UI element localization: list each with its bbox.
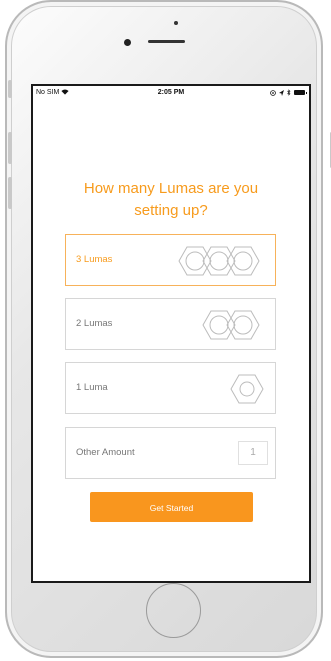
two-hexagons-icon — [202, 310, 260, 340]
option-label: 1 Luma — [76, 382, 108, 393]
amount-input[interactable]: 1 — [238, 441, 268, 465]
home-button[interactable] — [146, 583, 201, 638]
lock-rotation-icon — [270, 89, 276, 96]
option-label: 2 Lumas — [76, 318, 113, 329]
bluetooth-icon — [287, 89, 291, 96]
title-line-2: setting up? — [134, 202, 208, 219]
volume-up-button — [8, 132, 12, 164]
get-started-button[interactable]: Get Started — [90, 492, 253, 522]
status-bar: No SIM 2:05 PM — [33, 86, 309, 102]
proximity-sensor — [174, 21, 178, 25]
screen: No SIM 2:05 PM How many Lumas are you se… — [31, 84, 311, 583]
battery-icon — [294, 90, 307, 95]
option-2-lumas[interactable]: 2 Lumas — [65, 298, 276, 350]
option-label: Other Amount — [76, 447, 135, 458]
status-time: 2:05 PM — [157, 89, 185, 96]
option-1-luma[interactable]: 1 Luma — [65, 362, 276, 414]
three-hexagons-icon — [178, 246, 260, 276]
mute-switch — [8, 80, 12, 98]
page-title: How many Lumas are you setting up? — [33, 178, 309, 222]
earpiece-speaker — [148, 40, 185, 43]
option-3-lumas[interactable]: 3 Lumas — [65, 234, 276, 286]
option-other-amount[interactable]: Other Amount 1 — [65, 427, 276, 479]
front-camera — [124, 39, 131, 46]
volume-down-button — [8, 177, 12, 209]
status-icons — [270, 89, 307, 96]
option-label: 3 Lumas — [76, 254, 113, 265]
location-arrow-icon — [279, 89, 284, 96]
one-hexagon-icon — [230, 374, 264, 404]
title-line-1: How many Lumas are you — [83, 180, 259, 197]
